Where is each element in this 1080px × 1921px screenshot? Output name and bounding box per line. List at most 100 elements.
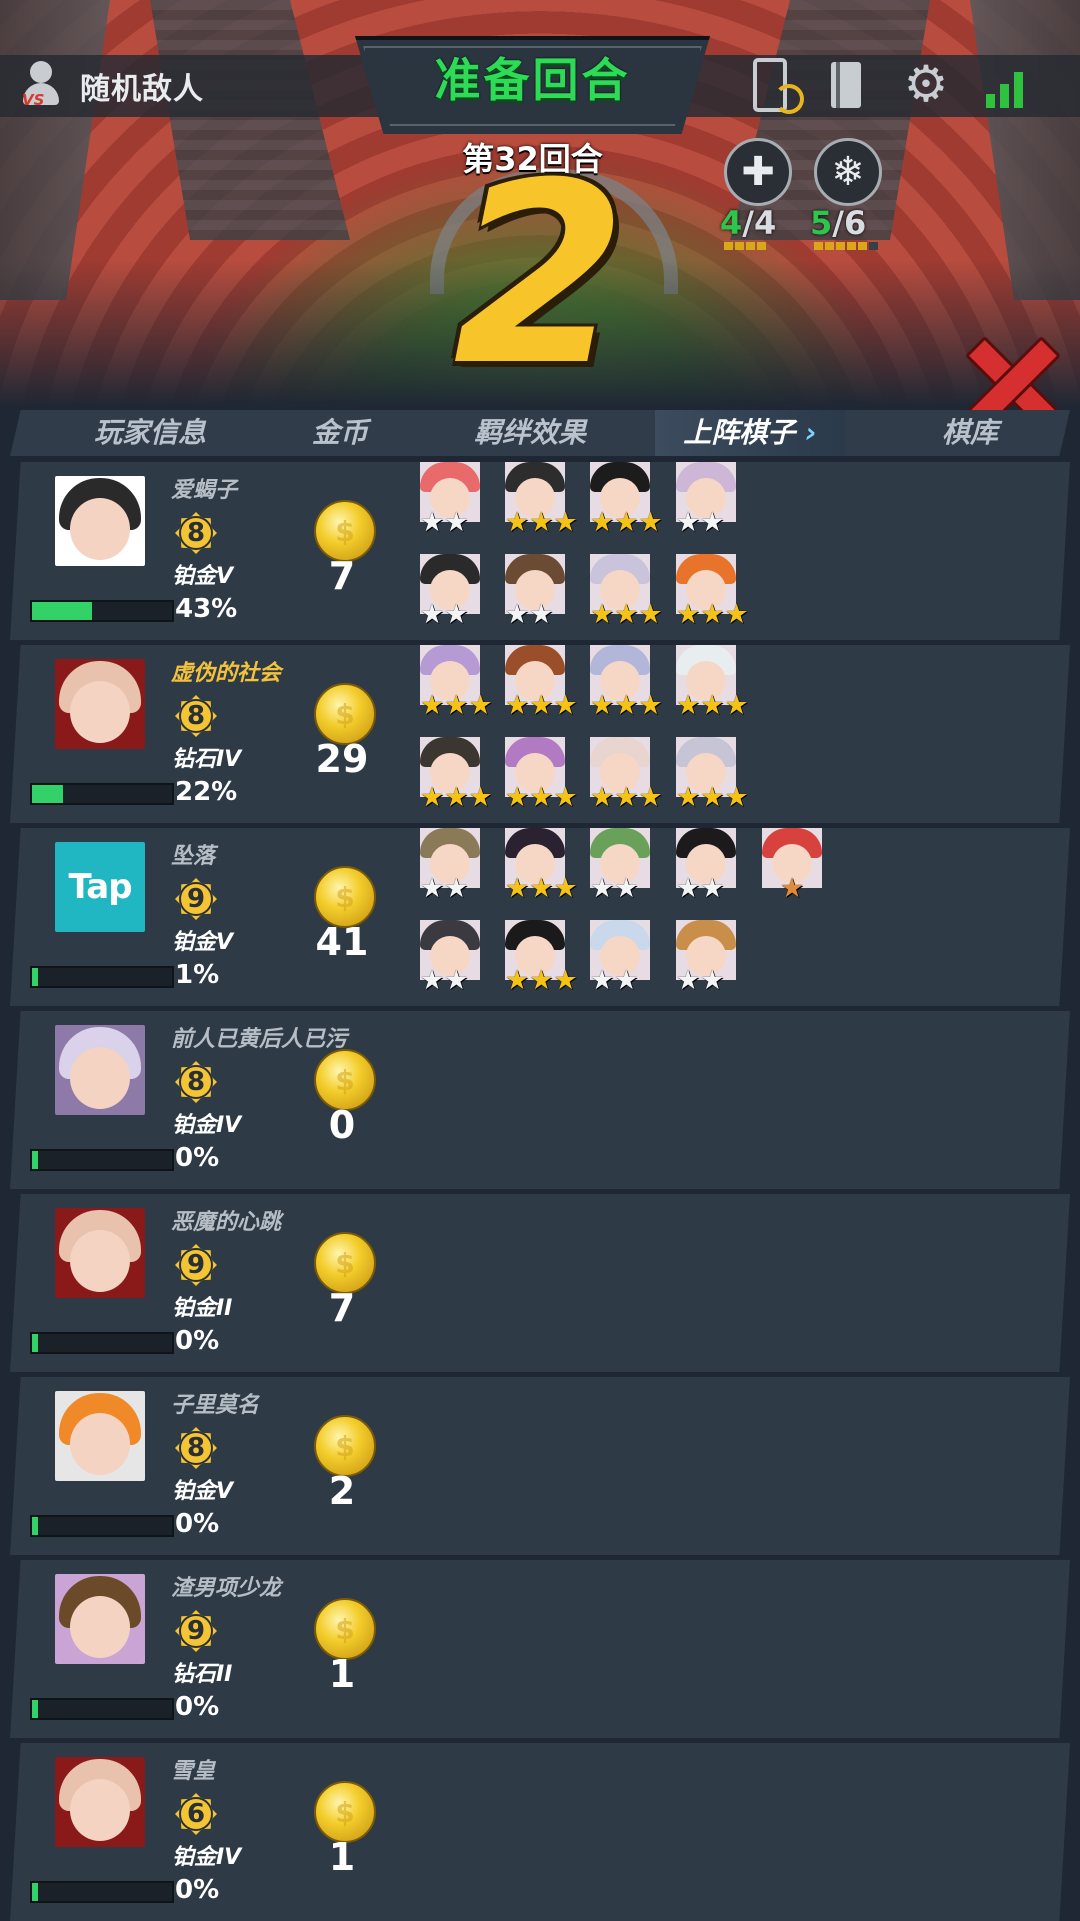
star-rating: ★ ★ — [676, 965, 725, 996]
player-name: 雪皇 — [171, 1759, 216, 1784]
unit-portrait[interactable]: ★ ★ ★ — [505, 645, 578, 721]
star-rating: ★ ★ — [676, 873, 725, 904]
level-badge: 8 — [175, 1427, 217, 1469]
cross-icon[interactable]: ✚ — [724, 138, 792, 206]
gold-amount: 29 — [315, 737, 369, 781]
xp-percent: 0% — [175, 1509, 220, 1539]
player-name: 虚伪的社会 — [171, 661, 282, 686]
book-icon[interactable] — [828, 60, 864, 110]
star-rating: ★ ★ ★ — [505, 965, 578, 996]
unit-portrait[interactable]: ★ ★ ★ — [505, 737, 578, 813]
tap-logo: Tap — [55, 842, 145, 932]
level-value: 9 — [179, 1248, 213, 1282]
xp-progress-fill — [32, 968, 38, 986]
player-avatar[interactable] — [55, 1208, 145, 1298]
tab-player-info[interactable]: 玩家信息 — [60, 410, 240, 456]
star-rating: ★ ★ ★ — [420, 690, 493, 721]
unit-portrait[interactable]: ★ ★ — [420, 462, 480, 538]
stadium-left-stairs — [150, 0, 350, 240]
star-rating: ★ ★ ★ — [505, 782, 578, 813]
star-rating: ★ ★ ★ — [676, 782, 749, 813]
gear-icon[interactable]: ⚙ — [900, 58, 952, 110]
unit-portrait[interactable]: ★ ★ — [590, 920, 650, 996]
xp-progress-fill — [32, 1883, 38, 1901]
countdown-number: 2 — [453, 129, 627, 420]
unit-portrait[interactable]: ★ ★ ★ — [590, 554, 663, 630]
unit-portrait[interactable]: ★ ★ ★ — [505, 462, 578, 538]
enemy-label: 随机敌人 — [80, 72, 204, 107]
unit-portrait[interactable]: ★ ★ ★ — [590, 645, 663, 721]
snowflake-icon[interactable]: ❄ — [814, 138, 882, 206]
unit-portrait[interactable]: ★ ★ — [676, 462, 736, 538]
star-rating: ★ ★ ★ — [590, 690, 663, 721]
unit-portrait[interactable]: ★ ★ ★ — [590, 737, 663, 813]
player-avatar[interactable] — [55, 1574, 145, 1664]
xp-progress-fill — [32, 1334, 38, 1352]
star-rating: ★ ★ ★ — [590, 782, 663, 813]
level-value: 8 — [179, 516, 213, 550]
unit-portrait[interactable]: ★ ★ ★ — [676, 554, 749, 630]
phone-sync-icon[interactable] — [750, 58, 804, 114]
player-avatar[interactable]: Tap — [55, 842, 145, 932]
coin-icon: $ — [314, 500, 376, 562]
xp-progress-fill — [32, 1151, 38, 1169]
unit-portrait[interactable]: ★ ★ — [590, 828, 650, 904]
xp-progress-bar — [30, 1149, 174, 1171]
gold-amount: 1 — [328, 1652, 356, 1696]
level-badge: 9 — [175, 1610, 217, 1652]
xp-progress-bar — [30, 783, 174, 805]
unit-portrait[interactable]: ★ ★ ★ — [505, 828, 578, 904]
player-avatar[interactable] — [55, 476, 145, 566]
unit-portrait[interactable]: ★ ★ ★ — [420, 645, 493, 721]
level-badge: 9 — [175, 1244, 217, 1286]
player-name: 前人已黄后人已污 — [171, 1027, 348, 1052]
coin-icon: $ — [314, 1232, 376, 1294]
star-rating: ★ ★ — [420, 507, 469, 538]
level-badge: 8 — [175, 1061, 217, 1103]
enemy-indicator[interactable]: VS 随机敌人 — [20, 60, 204, 112]
level-value: 6 — [179, 1797, 213, 1831]
unit-portrait[interactable]: ★ ★ — [420, 554, 480, 630]
player-avatar[interactable] — [55, 1391, 145, 1481]
xp-progress-fill — [32, 785, 63, 803]
unit-portrait[interactable]: ★ ★ ★ — [420, 737, 493, 813]
tab-gold[interactable]: 金币 — [280, 410, 400, 456]
unit-portrait[interactable]: ★ ★ ★ — [590, 462, 663, 538]
star-rating: ★ ★ ★ — [505, 507, 578, 538]
star-rating: ★ ★ ★ — [590, 507, 663, 538]
unit-portrait[interactable]: ★ ★ — [676, 920, 736, 996]
unit-portrait[interactable]: ★ — [762, 828, 822, 904]
tab-unit-pool[interactable]: 棋库 — [880, 410, 1060, 456]
unit-portrait[interactable]: ★ ★ ★ — [676, 737, 749, 813]
unit-portrait[interactable]: ★ ★ — [420, 828, 480, 904]
signal-icon — [980, 62, 1028, 108]
star-rating: ★ ★ ★ — [676, 599, 749, 630]
xp-percent: 0% — [175, 1326, 220, 1356]
xp-percent: 0% — [175, 1875, 220, 1905]
tab-synergy[interactable]: 羁绊效果 — [440, 410, 620, 456]
player-avatar[interactable] — [55, 659, 145, 749]
coin-icon: $ — [314, 1415, 376, 1477]
xp-percent: 1% — [175, 960, 220, 990]
xp-progress-bar — [30, 966, 174, 988]
star-rating: ★ ★ ★ — [505, 690, 578, 721]
level-value: 8 — [179, 699, 213, 733]
coin-icon: $ — [314, 1781, 376, 1843]
unit-portrait[interactable]: ★ ★ — [505, 554, 565, 630]
synergy-progress-snowflake — [814, 242, 878, 250]
rank-label: 铂金V — [172, 930, 234, 955]
unit-portrait[interactable]: ★ ★ — [420, 920, 480, 996]
unit-portrait[interactable]: ★ ★ — [676, 828, 736, 904]
unit-portrait[interactable]: ★ ★ ★ — [676, 645, 749, 721]
rank-label: 铂金V — [172, 1479, 234, 1504]
coin-icon: $ — [314, 1049, 376, 1111]
gold-amount: 0 — [328, 1103, 356, 1147]
rank-label: 铂金V — [172, 564, 234, 589]
tab-deployed-units[interactable]: 上阵棋子 › — [655, 410, 845, 456]
star-rating: ★ ★ — [420, 965, 469, 996]
unit-portrait[interactable]: ★ ★ ★ — [505, 920, 578, 996]
phase-title: 准备回合 — [434, 53, 631, 107]
star-rating: ★ ★ ★ — [590, 599, 663, 630]
player-avatar[interactable] — [55, 1757, 145, 1847]
player-avatar[interactable] — [55, 1025, 145, 1115]
